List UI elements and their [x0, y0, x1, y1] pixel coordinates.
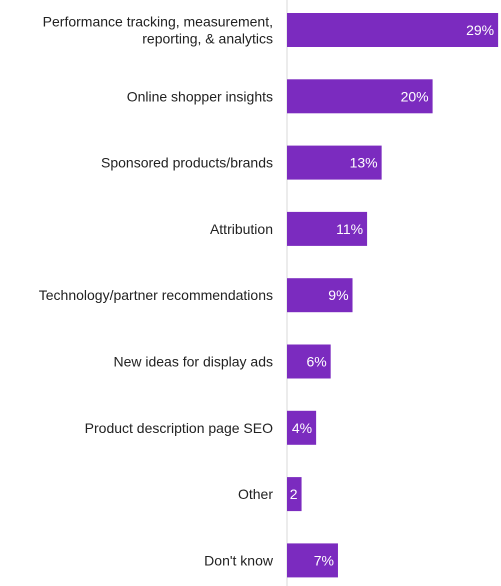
chart: 29%Performance tracking, measurement,rep… [39, 0, 499, 586]
category-label: Other [238, 486, 273, 502]
bar-series: 29%Performance tracking, measurement,rep… [39, 13, 499, 578]
data-label: 20% [401, 88, 429, 104]
data-label: 11% [336, 221, 363, 237]
category-label: Online shopper insights [127, 88, 273, 104]
category-label: Technology/partner recommendations [39, 287, 273, 303]
data-label: 7% [314, 552, 334, 568]
data-label: 4% [292, 420, 312, 436]
category-label: Performance tracking, measurement, [43, 14, 273, 30]
data-label: 9% [328, 287, 348, 303]
data-label: 29% [466, 22, 494, 38]
data-label: 6% [306, 354, 326, 370]
category-label: Sponsored products/brands [101, 155, 273, 171]
category-label: New ideas for display ads [113, 354, 273, 370]
data-label: 13% [350, 155, 378, 171]
category-label: Attribution [210, 221, 273, 237]
category-label: Product description page SEO [85, 420, 273, 436]
category-label: reporting, & analytics [142, 31, 273, 47]
category-label: Don't know [204, 552, 274, 568]
data-label: 2 [290, 486, 298, 502]
